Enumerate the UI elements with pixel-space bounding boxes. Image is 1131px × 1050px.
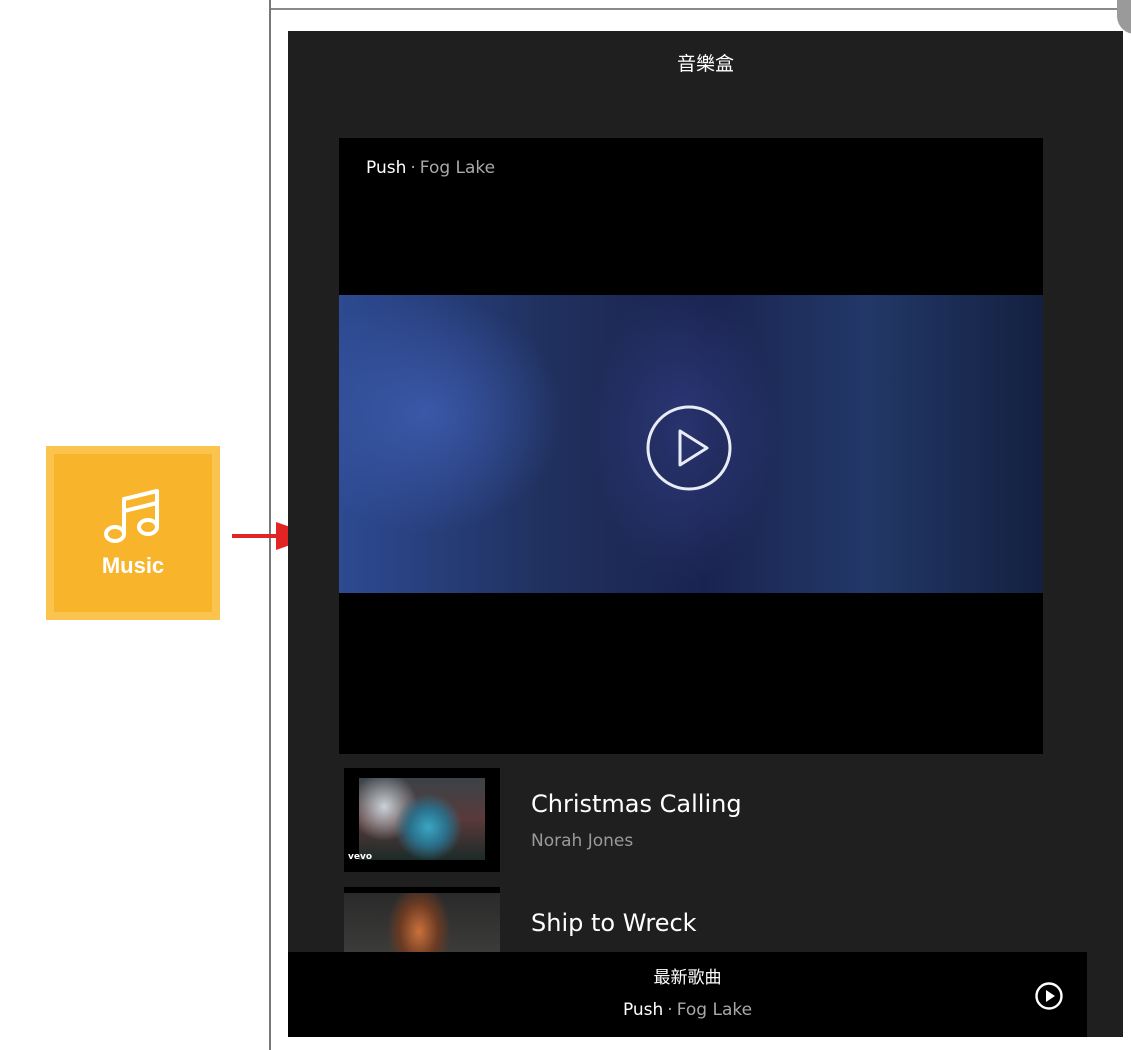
window-corner: [1117, 0, 1131, 34]
now-playing-bar[interactable]: 最新歌曲 Push · Fog Lake: [288, 952, 1087, 1037]
bottom-now-playing: Push · Fog Lake: [288, 1000, 1087, 1020]
video-player[interactable]: Push · Fog Lake: [339, 138, 1043, 754]
play-icon[interactable]: [645, 404, 733, 492]
video-now-playing: Push · Fog Lake: [366, 158, 495, 178]
vevo-badge: vevo: [348, 852, 373, 862]
video-separator: ·: [410, 158, 416, 178]
playlist-item[interactable]: vevo Christmas Calling Norah Jones: [344, 768, 1064, 872]
video-song-title: Push: [366, 158, 407, 178]
video-song-artist: Fog Lake: [419, 158, 496, 178]
music-tile-face: Music: [54, 454, 212, 612]
mini-play-icon[interactable]: [1035, 982, 1063, 1010]
track-artist: Norah Jones: [531, 831, 634, 851]
thumbnail-image: [359, 778, 485, 860]
video-frame[interactable]: [339, 295, 1043, 593]
track-title: Christmas Calling: [531, 790, 742, 818]
app-title: 音樂盒: [676, 53, 734, 75]
music-tile-label: Music: [101, 553, 165, 578]
track-thumbnail: vevo: [344, 768, 500, 872]
music-app-tile[interactable]: Music: [46, 446, 220, 620]
bottom-song-artist: Fog Lake: [676, 1000, 753, 1020]
bottom-separator: ·: [667, 1000, 673, 1020]
track-title: Ship to Wreck: [531, 909, 697, 937]
latest-songs-label: 最新歌曲: [653, 968, 722, 988]
bottom-song-title: Push: [622, 1000, 664, 1020]
music-box-window: 音樂盒 Push · Fog Lake vevo Christmas Calling…: [288, 31, 1123, 1037]
music-note-icon: [104, 489, 159, 543]
top-divider: [271, 8, 1117, 10]
